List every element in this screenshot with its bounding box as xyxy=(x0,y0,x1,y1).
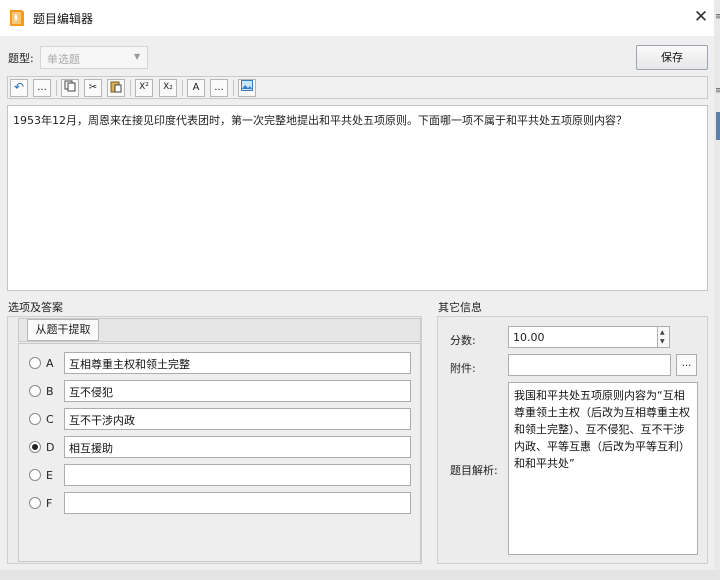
paste-icon[interactable] xyxy=(107,79,125,97)
option-a-input[interactable]: 互相尊重主权和领土完整 xyxy=(64,352,411,374)
background-edge-glyph: ≡ xyxy=(715,86,720,94)
orange-book-icon xyxy=(7,8,27,28)
more-icon[interactable]: ... xyxy=(33,79,51,97)
option-d-input[interactable]: 相互援助 xyxy=(64,436,411,458)
subscript-icon[interactable]: X₂ xyxy=(159,79,177,97)
option-e-radio[interactable] xyxy=(29,469,41,481)
option-f-input[interactable] xyxy=(64,492,411,514)
score-input[interactable]: 10.00 xyxy=(508,326,658,348)
window-title: 题目编辑器 xyxy=(33,12,94,26)
toolbar-separator xyxy=(56,80,57,96)
question-type-select[interactable]: 单选题 xyxy=(40,46,148,69)
option-c-radio[interactable] xyxy=(29,413,41,425)
question-type-label: 题型: xyxy=(8,52,34,65)
option-b-letter: B xyxy=(46,385,54,398)
undo-icon[interactable]: ↶ xyxy=(10,79,28,97)
score-spinner[interactable]: ▲ ▼ xyxy=(657,326,670,348)
toolbar-separator xyxy=(130,80,131,96)
chevron-up-icon[interactable]: ▲ xyxy=(660,329,665,336)
attachment-label: 附件: xyxy=(450,362,476,375)
chevron-down-icon[interactable]: ▼ xyxy=(660,338,665,345)
option-e-letter: E xyxy=(46,469,53,482)
option-c-input[interactable]: 互不干涉内政 xyxy=(64,408,411,430)
score-label: 分数: xyxy=(450,334,476,347)
analysis-textarea[interactable]: 我国和平共处五项原则内容为“互相尊重领土主权（后改为互相尊重主权和领土完整）、互… xyxy=(508,382,698,555)
option-b-radio[interactable] xyxy=(29,385,41,397)
analysis-label: 题目解析: xyxy=(450,464,498,477)
image-icon[interactable] xyxy=(238,79,256,97)
cut-icon[interactable]: ✂ xyxy=(84,79,102,97)
option-b-input[interactable]: 互不侵犯 xyxy=(64,380,411,402)
option-d-radio[interactable] xyxy=(29,441,41,453)
option-a-letter: A xyxy=(46,357,54,370)
save-button[interactable]: 保存 xyxy=(636,45,708,70)
attachment-input[interactable] xyxy=(508,354,671,376)
title-bar xyxy=(0,0,720,36)
option-f-radio[interactable] xyxy=(29,497,41,509)
option-d-letter: D xyxy=(46,441,55,454)
bottom-edge xyxy=(0,570,720,580)
copy-icon[interactable] xyxy=(61,79,79,97)
option-e-input[interactable] xyxy=(64,464,411,486)
background-edge-tab xyxy=(716,112,720,140)
background-edge-glyph: ≡ xyxy=(715,12,720,20)
question-stem-editor[interactable]: 1953年12月，周恩来在接见印度代表团时，第一次完整地提出和平共处五项原则。下… xyxy=(7,105,708,291)
option-c-letter: C xyxy=(46,413,54,426)
browse-attachment-button[interactable]: ... xyxy=(676,354,697,376)
toolbar-separator xyxy=(233,80,234,96)
superscript-icon[interactable]: X² xyxy=(135,79,153,97)
option-a-radio[interactable] xyxy=(29,357,41,369)
chevron-down-icon[interactable]: ▼ xyxy=(134,52,140,61)
option-f-letter: F xyxy=(46,497,53,510)
extract-from-stem-button[interactable]: 从题干提取 xyxy=(27,319,99,341)
options-section-header: 选项及答案 xyxy=(8,301,63,314)
toolbar-separator xyxy=(182,80,183,96)
other-info-section-header: 其它信息 xyxy=(438,301,482,314)
more-font-icon[interactable]: ... xyxy=(210,79,228,97)
font-icon[interactable]: A xyxy=(187,79,205,97)
close-icon[interactable]: ✕ xyxy=(690,6,712,28)
